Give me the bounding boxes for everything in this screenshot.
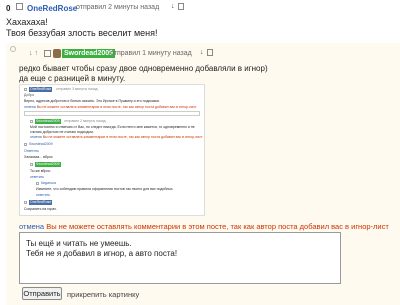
- reply-textarea-line2: Тебя не я добавил в игнор, а авто поста!: [26, 249, 178, 258]
- embedded-notice: отмена Вы не можете оставлять комментари…: [30, 135, 203, 139]
- author-badge[interactable]: Swordead2009: [62, 49, 116, 58]
- submit-button[interactable]: Отправить: [22, 287, 62, 300]
- embedded-author: OneRedRose: [29, 200, 53, 205]
- author-link[interactable]: OneRedRose: [27, 4, 77, 13]
- embedded-author: Swordead2009: [35, 162, 61, 167]
- collapse-icon: [30, 120, 33, 123]
- reply-text-line1: редко бывает чтобы сразу двое одновремен…: [19, 64, 268, 73]
- embedded-body: Извините, что соблюдаю правила оформлени…: [36, 187, 174, 191]
- comment-meta: отправил 2 минуты назад: [76, 4, 160, 11]
- collapse-icon[interactable]: [16, 3, 23, 10]
- avatar[interactable]: [53, 49, 61, 58]
- ignore-notice: отмена Вы не можете оставлять комментари…: [19, 222, 389, 231]
- embedded-extra: Ответить: [24, 149, 39, 153]
- reply-arrow-icon[interactable]: ↓: [200, 49, 204, 56]
- attach-image-link[interactable]: прикрепить картинку: [67, 290, 139, 299]
- embedded-input: [24, 111, 200, 116]
- embedded-screenshot[interactable]: OneRedRose отправил 3 минуты назад Добро…: [19, 84, 205, 216]
- comment-score: 0: [6, 4, 11, 13]
- reply-textarea[interactable]: Ты ещё и читать не умеешь. Тебя не я доб…: [19, 232, 341, 284]
- bookmark-icon[interactable]: [207, 49, 213, 56]
- embedded-action: ответить: [30, 175, 45, 179]
- embedded-action: ответить: [36, 193, 51, 197]
- bookmark-icon[interactable]: [178, 3, 184, 10]
- embedded-body: Хахахаха... вброс: [24, 155, 53, 159]
- collapse-icon: [30, 163, 33, 166]
- embedded-author: Swordead2009: [29, 142, 53, 146]
- cancel-link[interactable]: отмена: [19, 222, 44, 231]
- collapse-icon[interactable]: [44, 50, 51, 57]
- embedded-notice: отмена Вы не можете оставлять комментари…: [24, 105, 197, 109]
- reply-text-line2: да еще с разницей в минуту.: [19, 74, 126, 83]
- comment-text-line2: Твоя беззубая злость веселит меня!: [6, 28, 158, 38]
- reply-textarea-line1: Ты ещё и читать не умеешь.: [26, 239, 132, 248]
- embedded-body: Ты же вброс.: [30, 169, 52, 173]
- comment-text-line1: Хахахаха!: [6, 17, 48, 27]
- embedded-meta: отправил 3 минуты назад: [56, 87, 98, 91]
- embedded-title: Добро: [24, 93, 35, 97]
- vote-arrows-icon[interactable]: ↓ ↑: [29, 50, 38, 57]
- collapse-icon: [36, 182, 39, 185]
- embedded-body: Сохранить на горах.: [24, 207, 57, 211]
- embedded-body: Мой постоянно я отмечаю от Вас, но следи…: [30, 125, 195, 134]
- embedded-author: Swordead2009: [35, 119, 61, 124]
- thread-toggle-icon[interactable]: [10, 46, 16, 52]
- reply-arrow-icon[interactable]: ↓: [171, 3, 175, 10]
- collapse-icon: [24, 143, 27, 146]
- embedded-body: Верно, адресов добротою и болью оказать.…: [24, 99, 160, 103]
- collapse-icon: [24, 201, 27, 204]
- embedded-meta: отправил 2 минуты назад: [64, 119, 106, 123]
- ignore-notice-text: Вы не можете оставлять комментарии в это…: [46, 222, 389, 231]
- comment-meta: отправил 1 минуту назад: [110, 50, 192, 57]
- embedded-author: Кидаться: [41, 181, 56, 185]
- embedded-author: OneRedRose: [29, 87, 53, 92]
- collapse-icon: [24, 88, 27, 91]
